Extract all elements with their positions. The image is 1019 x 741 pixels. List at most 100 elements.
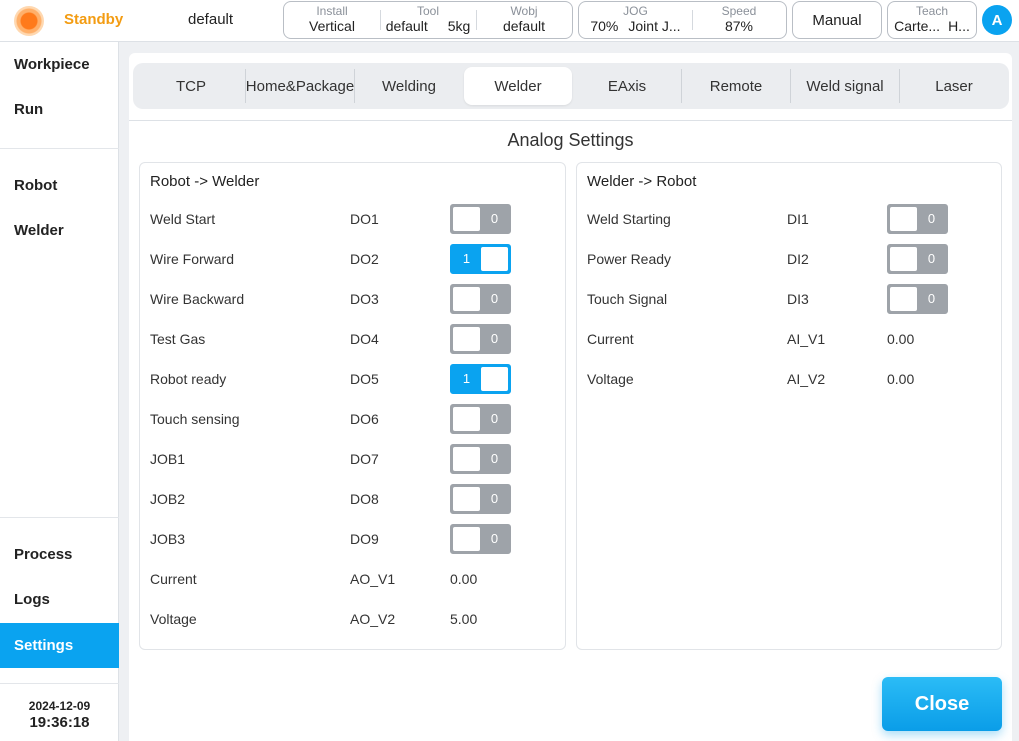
signal-row: JOB3 DO9 0 — [140, 524, 565, 554]
weld-start-toggle[interactable]: 0 — [450, 204, 511, 234]
power-ready-toggle[interactable]: 0 — [887, 244, 948, 274]
signal-label: Wire Forward — [150, 251, 235, 267]
signal-row: JOB2 DO8 0 — [140, 484, 565, 514]
sidebar-divider — [0, 148, 119, 149]
toggle-knob — [453, 207, 480, 231]
signal-label: Voltage — [587, 371, 634, 387]
speed-value: 87% — [724, 18, 753, 34]
settings-tab-bar: TCP Home&Package Welding Welder EAxis Re… — [133, 63, 1009, 109]
signal-code: AI_V2 — [787, 371, 826, 387]
tool-segment[interactable]: Tool default 5kg — [380, 2, 476, 38]
sidebar-divider — [0, 517, 119, 518]
close-button[interactable]: Close — [882, 677, 1002, 731]
install-tool-wobj-chip[interactable]: Install Vertical Tool default 5kg Wobj d… — [283, 1, 573, 39]
welder-to-robot-panel: Welder -> Robot Weld Starting DI1 0 Powe… — [576, 162, 1002, 650]
sidebar-item-workpiece[interactable]: Workpiece — [0, 42, 119, 87]
signal-row: JOB1 DO7 0 — [140, 444, 565, 474]
tab-eaxis[interactable]: EAxis — [573, 67, 681, 105]
install-value: Vertical — [309, 18, 355, 34]
job3-toggle[interactable]: 0 — [450, 524, 511, 554]
project-name[interactable]: default — [188, 11, 233, 28]
signal-row: Weld Starting DI1 0 — [577, 204, 1001, 234]
signal-row: Wire Forward DO2 1 — [140, 244, 565, 274]
tool-caption: Tool — [416, 4, 439, 18]
toggle-state: 0 — [927, 251, 936, 266]
toggle-state: 0 — [490, 451, 499, 466]
jog-mode: Joint J... — [628, 18, 681, 34]
toggle-knob — [453, 327, 480, 351]
signal-label: JOB1 — [150, 451, 186, 467]
robot-to-welder-panel: Robot -> Welder Weld Start DO1 0 Wire Fo… — [139, 162, 566, 650]
install-segment[interactable]: Install Vertical — [284, 2, 380, 38]
analog-value: 5.00 — [450, 611, 478, 627]
teach-frame: Carte... — [894, 18, 941, 34]
user-avatar[interactable]: A — [982, 5, 1012, 35]
teach-segment[interactable]: Teach Carte... H... — [888, 2, 976, 38]
signal-code: AI_V1 — [787, 331, 826, 347]
signal-code: AO_V1 — [350, 571, 396, 587]
tab-remote[interactable]: Remote — [682, 67, 790, 105]
teach-chip[interactable]: Teach Carte... H... — [887, 1, 977, 39]
weld-starting-toggle[interactable]: 0 — [887, 204, 948, 234]
analog-value: 0.00 — [450, 571, 478, 587]
signal-row: Power Ready DI2 0 — [577, 244, 1001, 274]
jog-segment[interactable]: JOG 70% Joint J... — [579, 2, 692, 38]
toggle-knob — [453, 287, 480, 311]
touch-signal-toggle[interactable]: 0 — [887, 284, 948, 314]
tab-home-package[interactable]: Home&Package — [246, 67, 354, 105]
toggle-state: 0 — [490, 211, 499, 226]
manual-mode-button[interactable]: Manual — [792, 1, 882, 39]
signal-label: Weld Start — [150, 211, 216, 227]
sidebar-item-robot[interactable]: Robot — [0, 163, 119, 208]
top-bar: Standby default Install Vertical Tool de… — [0, 0, 1019, 42]
toggle-state: 0 — [927, 211, 936, 226]
status-indicator-icon — [14, 6, 44, 36]
panel-title: Robot -> Welder — [150, 173, 260, 190]
job1-toggle[interactable]: 0 — [450, 444, 511, 474]
robot-ready-toggle[interactable]: 1 — [450, 364, 511, 394]
tab-welding[interactable]: Welding — [355, 67, 463, 105]
analog-row: Voltage AI_V2 0.00 — [577, 364, 1001, 394]
signal-label: Test Gas — [150, 331, 206, 347]
analog-value: 0.00 — [887, 331, 915, 347]
signal-row: Robot ready DO5 1 — [140, 364, 565, 394]
signal-label: Voltage — [150, 611, 197, 627]
tab-welder[interactable]: Welder — [464, 67, 572, 105]
sidebar-item-run[interactable]: Run — [0, 87, 119, 132]
tab-laser[interactable]: Laser — [900, 67, 1008, 105]
toggle-state: 0 — [927, 291, 936, 306]
sidebar-item-logs[interactable]: Logs — [0, 577, 119, 622]
signal-code: DO7 — [350, 451, 379, 467]
toggle-state: 0 — [490, 491, 499, 506]
signal-code: DO8 — [350, 491, 379, 507]
toggle-knob — [453, 447, 480, 471]
wire-backward-toggle[interactable]: 0 — [450, 284, 511, 314]
jog-caption: JOG — [623, 4, 648, 18]
sidebar-item-welder[interactable]: Welder — [0, 208, 119, 253]
job2-toggle[interactable]: 0 — [450, 484, 511, 514]
toggle-knob — [453, 527, 480, 551]
signal-label: JOB3 — [150, 531, 186, 547]
sidebar-item-settings[interactable]: Settings — [0, 623, 119, 668]
wobj-segment[interactable]: Wobj default — [476, 2, 572, 38]
tool-payload: 5kg — [447, 18, 471, 34]
analog-row: Current AI_V1 0.00 — [577, 324, 1001, 354]
signal-code: DI1 — [787, 211, 809, 227]
test-gas-toggle[interactable]: 0 — [450, 324, 511, 354]
speed-segment[interactable]: Speed 87% — [691, 2, 786, 38]
header-divider — [129, 120, 1012, 121]
signal-code: DO9 — [350, 531, 379, 547]
signal-label: Wire Backward — [150, 291, 245, 307]
signal-label: JOB2 — [150, 491, 186, 507]
signal-row: Test Gas DO4 0 — [140, 324, 565, 354]
toggle-knob — [890, 247, 917, 271]
signal-code: DO4 — [350, 331, 379, 347]
touch-sensing-toggle[interactable]: 0 — [450, 404, 511, 434]
jog-speed-chip[interactable]: JOG 70% Joint J... Speed 87% — [578, 1, 787, 39]
wire-forward-toggle[interactable]: 1 — [450, 244, 511, 274]
tab-tcp[interactable]: TCP — [137, 67, 245, 105]
sidebar-item-process[interactable]: Process — [0, 532, 119, 577]
speed-caption: Speed — [721, 4, 757, 18]
section-title: Analog Settings — [507, 130, 634, 150]
tab-weld-signal[interactable]: Weld signal — [791, 67, 899, 105]
